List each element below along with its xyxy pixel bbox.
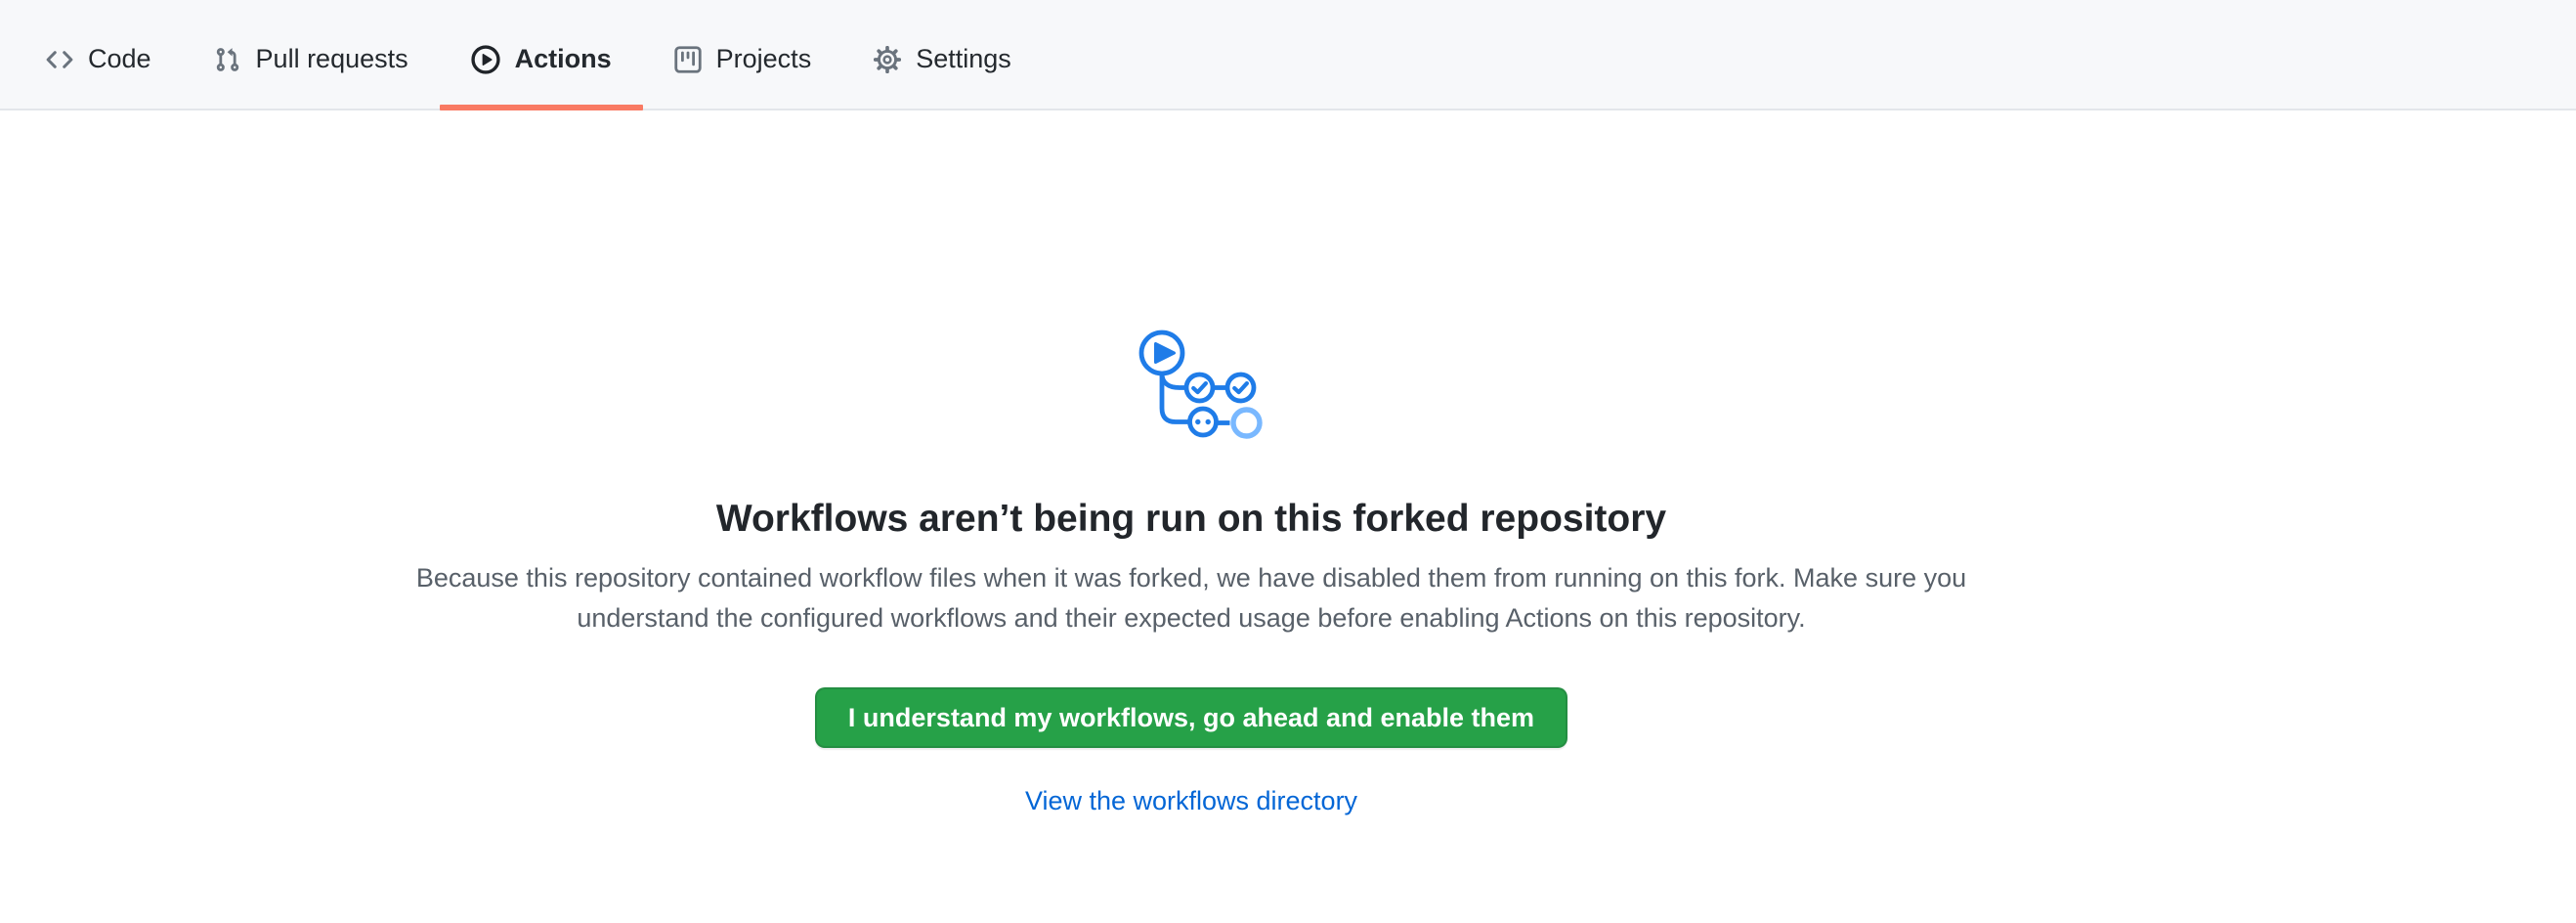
- tab-pull-requests[interactable]: Pull requests: [183, 10, 440, 109]
- gear-icon: [874, 46, 901, 73]
- tab-label: Pull requests: [256, 44, 408, 74]
- project-board-icon: [674, 46, 702, 73]
- play-circle-icon: [471, 45, 500, 74]
- workflow-graph-icon: [1137, 328, 1264, 445]
- tab-code[interactable]: Code: [15, 10, 183, 109]
- repo-tab-bar: Code Pull requests Actions: [0, 0, 2576, 110]
- button-row: I understand my workflows, go ahead and …: [0, 638, 2383, 748]
- tab-label: Settings: [916, 44, 1011, 74]
- tab-projects[interactable]: Projects: [643, 10, 843, 109]
- enable-workflows-button[interactable]: I understand my workflows, go ahead and …: [815, 687, 1567, 748]
- tab-settings[interactable]: Settings: [842, 10, 1043, 109]
- tab-label: Actions: [515, 44, 612, 74]
- empty-state-title: Workflows aren’t being run on this forke…: [0, 496, 2383, 543]
- code-icon: [46, 46, 73, 73]
- git-pull-request-icon: [214, 46, 241, 73]
- tab-label: Code: [88, 44, 151, 74]
- tab-label: Projects: [716, 44, 812, 74]
- link-row: View the workflows directory: [0, 786, 2383, 816]
- tab-actions[interactable]: Actions: [440, 10, 643, 109]
- actions-empty-state: Workflows aren’t being run on this forke…: [0, 110, 2383, 816]
- view-workflows-directory-link[interactable]: View the workflows directory: [1025, 786, 1357, 815]
- empty-state-description: Because this repository contained workfl…: [390, 558, 1993, 638]
